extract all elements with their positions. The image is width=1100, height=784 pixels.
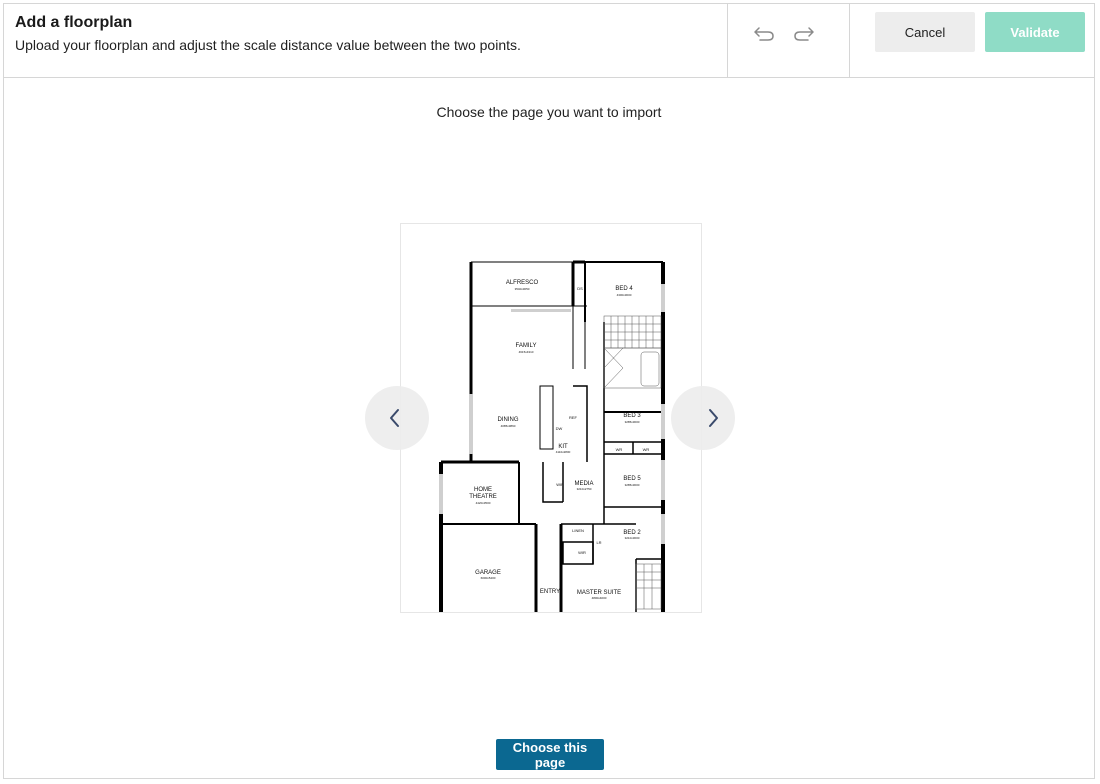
chevron-right-icon <box>709 409 718 427</box>
room-dims-media: 3210x2750 <box>577 487 592 491</box>
label-wr-1: WR <box>616 447 623 452</box>
validate-button[interactable]: Validate <box>985 12 1085 52</box>
label-linen: LINEN <box>572 528 584 533</box>
label-wr-2: WR <box>643 447 650 452</box>
room-dims-dining: 4085x3860 <box>501 424 516 428</box>
label-lr: LR <box>596 540 601 545</box>
room-dims-bed-2: 3210x3000 <box>625 536 640 540</box>
room-label-alfresco: ALFRESCO <box>506 280 539 286</box>
page-select-prompt: Choose the page you want to import <box>436 104 662 120</box>
room-label-theatre: THEATRE <box>469 494 497 500</box>
room-label-entry: ENTRY <box>540 589 560 595</box>
label-ref: REF <box>569 415 578 420</box>
floorplan-walls <box>439 260 665 612</box>
room-dims-alfresco: 3540x3050 <box>515 287 530 291</box>
room-dims-kitchen: 4110x2800 <box>556 450 571 454</box>
label-wip: WIP <box>556 482 564 487</box>
room-dims-bed-4: 4300x3000 <box>617 293 632 297</box>
label-dw: DW <box>556 426 563 431</box>
redo-icon[interactable] <box>792 22 816 46</box>
room-label-family: FAMILY <box>516 343 537 349</box>
chevron-left-icon <box>390 409 399 427</box>
room-label-bed-3: BED 3 <box>623 413 641 419</box>
undo-icon[interactable] <box>752 22 776 46</box>
room-dims-bed-5: 3285x3000 <box>625 483 640 487</box>
header-divider <box>849 4 850 77</box>
next-page-button[interactable] <box>671 386 735 450</box>
room-dims-garage: 6000x5400 <box>481 576 496 580</box>
room-label-bed-4: BED 4 <box>615 286 633 292</box>
label-wir: WIR <box>578 550 586 555</box>
choose-page-button[interactable]: Choose this page <box>496 739 604 770</box>
room-dims-bed-3: 3285x3000 <box>625 420 640 424</box>
dialog-header: Add a floorplan Upload your floorplan an… <box>4 4 1094 78</box>
add-floorplan-dialog: Add a floorplan Upload your floorplan an… <box>3 3 1095 779</box>
room-label-dining: DINING <box>498 417 519 423</box>
prev-page-button[interactable] <box>365 386 429 450</box>
room-dims-master-suite: 4800x4000 <box>592 596 607 600</box>
floorplan-page-preview: ALFRESCO 3540x3050 BED 4 4300x3000 FAMIL… <box>400 223 702 613</box>
dialog-title: Add a floorplan <box>15 14 133 31</box>
cancel-button[interactable]: Cancel <box>875 12 975 52</box>
label-ds: DS <box>577 286 583 291</box>
undo-redo-group <box>752 22 816 46</box>
ensuite-tiles <box>603 315 662 610</box>
floorplan-drawing: ALFRESCO 3540x3050 BED 4 4300x3000 FAMIL… <box>439 260 665 612</box>
room-labels: ALFRESCO 3540x3050 BED 4 4300x3000 FAMIL… <box>469 280 649 600</box>
room-dims-family: 4615x4310 <box>519 350 534 354</box>
room-dims-theatre: 4420x3500 <box>476 501 491 505</box>
room-label-home: HOME <box>474 487 492 493</box>
header-divider <box>727 4 728 77</box>
dialog-subtitle: Upload your floorplan and adjust the sca… <box>15 37 521 53</box>
room-label-bed-5: BED 5 <box>623 476 641 482</box>
